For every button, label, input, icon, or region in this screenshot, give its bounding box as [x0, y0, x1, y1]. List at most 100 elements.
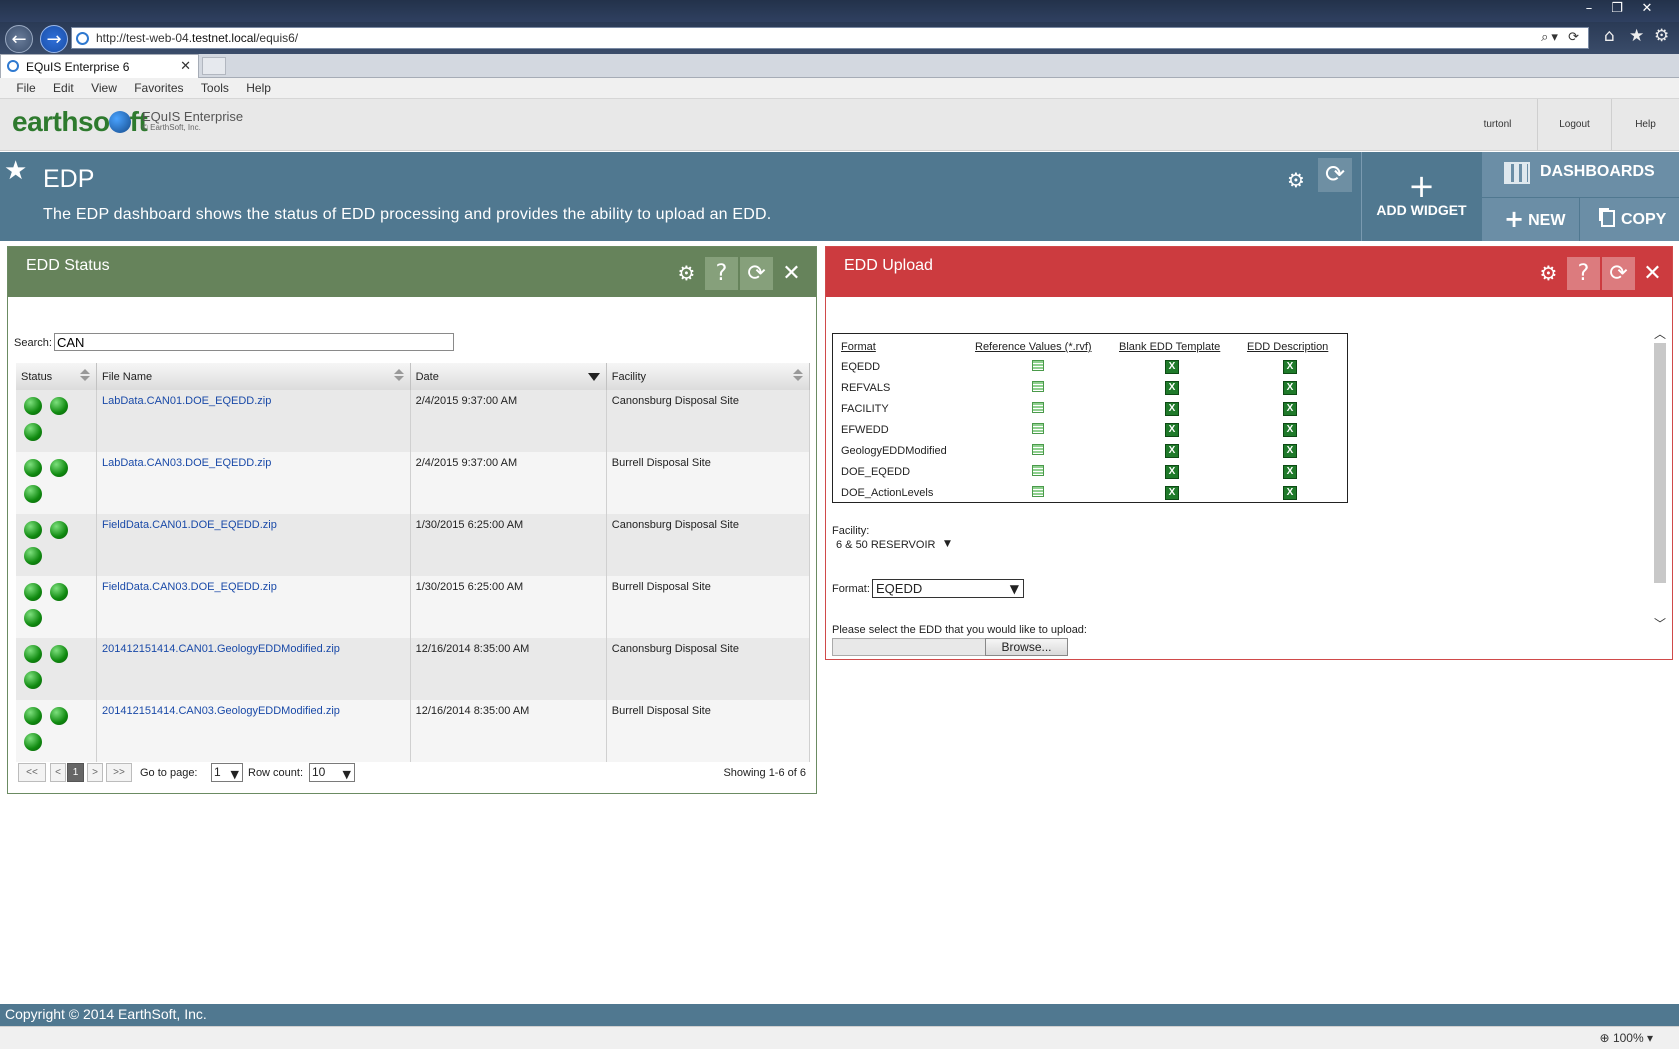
tab-close-icon[interactable]: ✕ — [180, 58, 191, 74]
excel-description-icon[interactable]: X — [1283, 485, 1297, 500]
file-link[interactable]: 201412151414.CAN03.GeologyEDDModified.zi… — [102, 705, 340, 717]
last-page-button[interactable]: >> — [106, 763, 132, 782]
copy-dashboard-button[interactable]: COPY — [1580, 198, 1679, 241]
menu-favorites[interactable]: Favorites — [127, 78, 190, 95]
status-ok-icon[interactable] — [24, 645, 42, 663]
tools-gear-icon[interactable]: ⚙ — [1654, 26, 1669, 46]
reference-values-file-icon[interactable] — [1032, 380, 1044, 392]
status-ok-icon[interactable] — [24, 733, 42, 751]
excel-description-icon[interactable]: X — [1283, 464, 1297, 479]
status-ok-icon[interactable] — [24, 609, 42, 627]
column-header-file-name[interactable]: File Name — [96, 363, 411, 390]
settings-gear-icon[interactable]: ⚙ — [1532, 257, 1565, 290]
scroll-up-icon[interactable]: ︿ — [1652, 325, 1668, 342]
help-question-icon[interactable]: ? — [705, 257, 738, 290]
status-ok-icon[interactable] — [24, 459, 42, 477]
row-count-select[interactable]: 10 ▼ — [309, 763, 355, 782]
new-dashboard-button[interactable]: + NEW — [1482, 198, 1579, 241]
help-link[interactable]: Help — [1611, 99, 1679, 151]
close-widget-icon[interactable]: ✕ — [1636, 257, 1669, 290]
excel-template-icon[interactable]: X — [1165, 443, 1179, 458]
tab-equis[interactable]: EQuIS Enterprise 6 ✕ — [0, 54, 199, 78]
back-button[interactable]: ← — [5, 25, 33, 53]
restore-button[interactable]: ❐ — [1603, 0, 1631, 18]
file-path-input[interactable] — [832, 638, 986, 656]
menu-view[interactable]: View — [84, 78, 124, 95]
excel-description-icon[interactable]: X — [1283, 422, 1297, 437]
settings-gear-icon[interactable]: ⚙ — [670, 257, 703, 290]
status-ok-icon[interactable] — [24, 397, 42, 415]
reference-values-file-icon[interactable] — [1032, 464, 1044, 476]
excel-description-icon[interactable]: X — [1283, 359, 1297, 374]
column-header-facility[interactable]: Facility — [606, 363, 811, 390]
dashboard-settings-gear-icon[interactable]: ⚙ — [1287, 168, 1305, 192]
excel-template-icon[interactable]: X — [1165, 401, 1179, 416]
search-input[interactable] — [54, 333, 454, 351]
format-select[interactable]: EQEDD ▼ — [872, 579, 1024, 598]
reference-values-file-icon[interactable] — [1032, 485, 1044, 497]
status-ok-icon[interactable] — [24, 583, 42, 601]
facility-dropdown-icon[interactable]: ▼ — [944, 539, 951, 549]
file-link[interactable]: LabData.CAN01.DOE_EQEDD.zip — [102, 395, 271, 407]
status-ok-icon[interactable] — [24, 707, 42, 725]
excel-description-icon[interactable]: X — [1283, 443, 1297, 458]
excel-template-icon[interactable]: X — [1165, 380, 1179, 395]
status-ok-icon[interactable] — [24, 423, 42, 441]
close-widget-icon[interactable]: ✕ — [775, 257, 808, 290]
minimize-button[interactable]: – — [1575, 0, 1603, 18]
file-link[interactable]: 201412151414.CAN01.GeologyEDDModified.zi… — [102, 643, 340, 655]
reference-values-file-icon[interactable] — [1032, 359, 1044, 371]
scroll-down-icon[interactable]: ﹀ — [1652, 615, 1668, 632]
column-header-status[interactable]: Status — [16, 363, 97, 390]
status-ok-icon[interactable] — [24, 521, 42, 539]
url-input[interactable]: http://test-web-04.testnet.local/equis6/… — [71, 27, 1589, 49]
excel-description-icon[interactable]: X — [1283, 380, 1297, 395]
favorites-star-icon[interactable]: ★ — [1629, 26, 1644, 46]
excel-template-icon[interactable]: X — [1165, 422, 1179, 437]
facility-selector[interactable]: 6 & 50 RESERVOIR — [836, 539, 935, 551]
column-header-date[interactable]: Date — [410, 363, 607, 390]
dashboards-button[interactable]: DASHBOARDS — [1482, 152, 1679, 197]
add-widget-button[interactable]: + ADD WIDGET — [1361, 152, 1481, 241]
help-question-icon[interactable]: ? — [1567, 257, 1600, 290]
excel-template-icon[interactable]: X — [1165, 359, 1179, 374]
current-page-button[interactable]: 1 — [67, 763, 84, 782]
reference-values-file-icon[interactable] — [1032, 443, 1044, 455]
status-ok-icon[interactable] — [24, 547, 42, 565]
dashboard-refresh-icon[interactable]: ⟳ — [1318, 158, 1352, 192]
url-actions-icon[interactable]: ⌕▾ ⟳ — [1541, 30, 1582, 45]
excel-description-icon[interactable]: X — [1283, 401, 1297, 416]
home-icon[interactable]: ⌂ — [1604, 26, 1615, 46]
upload-scrollbar[interactable]: ︿ ﹀ — [1652, 319, 1668, 649]
excel-template-icon[interactable]: X — [1165, 485, 1179, 500]
file-link[interactable]: LabData.CAN03.DOE_EQEDD.zip — [102, 457, 271, 469]
status-ok-icon[interactable] — [50, 645, 68, 663]
prev-page-button[interactable]: < — [50, 763, 66, 782]
status-ok-icon[interactable] — [50, 707, 68, 725]
earthsoft-logo[interactable]: earthso ft — [12, 106, 148, 138]
file-link[interactable]: FieldData.CAN01.DOE_EQEDD.zip — [102, 519, 277, 531]
menu-tools[interactable]: Tools — [194, 78, 236, 95]
status-ok-icon[interactable] — [24, 671, 42, 689]
file-link[interactable]: FieldData.CAN03.DOE_EQEDD.zip — [102, 581, 277, 593]
next-page-button[interactable]: > — [87, 763, 103, 782]
goto-page-select[interactable]: 1 ▼ — [211, 763, 243, 782]
menu-help[interactable]: Help — [239, 78, 278, 95]
status-ok-icon[interactable] — [50, 459, 68, 477]
user-link[interactable]: turtonl — [1458, 99, 1537, 151]
refresh-icon[interactable]: ⟳ — [1602, 257, 1635, 290]
scrollbar-thumb[interactable] — [1654, 343, 1666, 583]
status-ok-icon[interactable] — [50, 583, 68, 601]
browse-button[interactable]: Browse... — [985, 638, 1068, 656]
status-ok-icon[interactable] — [24, 485, 42, 503]
forward-button[interactable]: → — [40, 25, 68, 53]
menu-edit[interactable]: Edit — [46, 78, 81, 95]
new-tab-button[interactable] — [202, 57, 226, 75]
reference-values-file-icon[interactable] — [1032, 422, 1044, 434]
logout-link[interactable]: Logout — [1537, 99, 1611, 151]
reference-values-file-icon[interactable] — [1032, 401, 1044, 413]
refresh-icon[interactable]: ⟳ — [740, 257, 773, 290]
first-page-button[interactable]: << — [18, 763, 46, 782]
excel-template-icon[interactable]: X — [1165, 464, 1179, 479]
favorite-star-icon[interactable]: ★ — [4, 156, 27, 186]
